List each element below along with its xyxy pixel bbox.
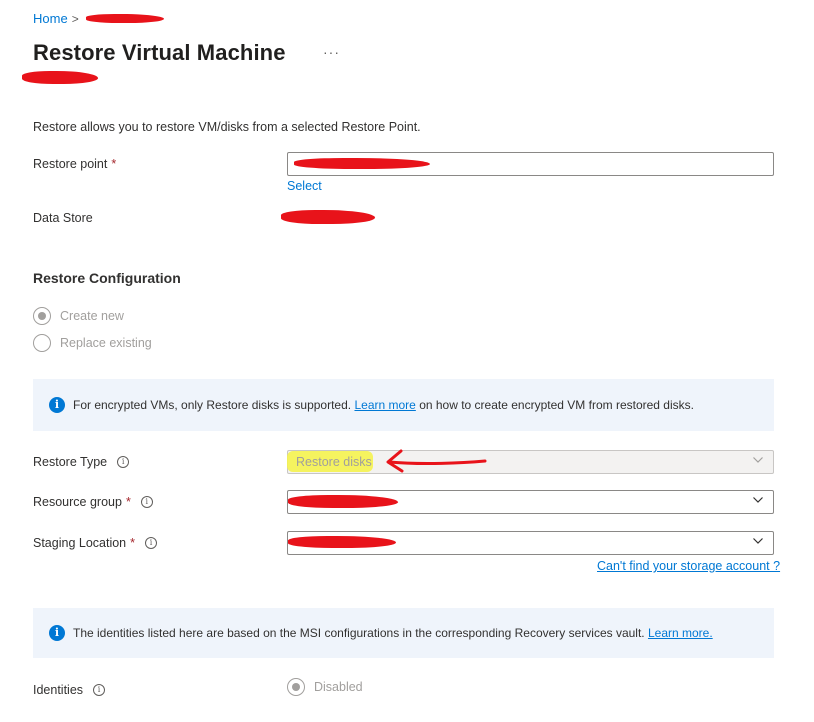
identities-label: Identities i bbox=[33, 683, 106, 697]
cant-find-storage-account-link[interactable]: Can't find your storage account ? bbox=[597, 559, 780, 573]
required-marker: * bbox=[130, 536, 136, 550]
info-icon[interactable]: i bbox=[93, 684, 106, 696]
radio-identities-disabled[interactable]: Disabled bbox=[287, 678, 363, 696]
resource-group-label-text: Resource group bbox=[33, 495, 122, 509]
redaction-staging-location bbox=[288, 536, 396, 548]
breadcrumb-separator: > bbox=[71, 11, 79, 26]
radio-replace-existing-circle[interactable] bbox=[33, 334, 51, 352]
restore-type-value: Restore disks bbox=[296, 455, 372, 469]
info-filled-icon: i bbox=[49, 397, 65, 413]
staging-location-label-text: Staging Location bbox=[33, 536, 127, 550]
chevron-down-icon bbox=[753, 497, 763, 503]
learn-more-link[interactable]: Learn more. bbox=[648, 626, 713, 640]
restore-point-label: Restore point * bbox=[33, 157, 116, 171]
identities-value: Disabled bbox=[314, 680, 363, 694]
restore-configuration-heading: Restore Configuration bbox=[33, 270, 181, 286]
info-icon[interactable]: i bbox=[140, 496, 153, 508]
identities-info-banner: i The identities listed here are based o… bbox=[33, 608, 774, 658]
staging-location-label: Staging Location * i bbox=[33, 536, 158, 550]
radio-identities-disabled-circle[interactable] bbox=[287, 678, 305, 696]
radio-create-new-circle[interactable] bbox=[33, 307, 51, 325]
learn-more-link[interactable]: Learn more bbox=[354, 398, 415, 412]
redaction-restore-point bbox=[294, 158, 430, 169]
chevron-down-icon bbox=[753, 457, 763, 463]
redaction-data-store bbox=[281, 210, 375, 224]
redaction-breadcrumb bbox=[86, 14, 164, 23]
restore-type-label-text: Restore Type bbox=[33, 455, 108, 469]
banner-text-after: on how to create encrypted VM from resto… bbox=[419, 398, 694, 412]
redaction-subtitle bbox=[22, 71, 98, 84]
radio-replace-existing-label: Replace existing bbox=[60, 336, 152, 350]
radio-replace-existing[interactable]: Replace existing bbox=[33, 334, 152, 352]
restore-point-label-text: Restore point bbox=[33, 157, 108, 171]
restore-type-label: Restore Type i bbox=[33, 455, 130, 469]
encrypted-vm-info-banner: i For encrypted VMs, only Restore disks … bbox=[33, 379, 774, 431]
data-store-label-text: Data Store bbox=[33, 211, 93, 225]
chevron-down-icon bbox=[753, 538, 763, 544]
banner-text-before: For encrypted VMs, only Restore disks is… bbox=[73, 398, 352, 412]
more-options-button[interactable]: ··· bbox=[323, 44, 340, 60]
radio-create-new-label: Create new bbox=[60, 309, 124, 323]
identities-label-text: Identities bbox=[33, 683, 84, 697]
info-icon[interactable]: i bbox=[145, 537, 158, 549]
arrow-annotation-icon bbox=[386, 449, 487, 473]
info-icon[interactable]: i bbox=[117, 456, 130, 468]
select-restore-point-link[interactable]: Select bbox=[287, 179, 322, 193]
required-marker: * bbox=[111, 157, 117, 171]
redaction-resource-group bbox=[288, 495, 398, 508]
description-text: Restore allows you to restore VM/disks f… bbox=[33, 120, 421, 134]
breadcrumb-home-link[interactable]: Home bbox=[33, 11, 68, 26]
required-marker: * bbox=[125, 495, 131, 509]
page-title: Restore Virtual Machine bbox=[33, 40, 286, 65]
info-filled-icon: i bbox=[49, 625, 65, 641]
breadcrumb: Home > bbox=[33, 11, 83, 26]
radio-create-new[interactable]: Create new bbox=[33, 307, 124, 325]
identities-banner-text: The identities listed here are based on … bbox=[73, 626, 645, 640]
data-store-label: Data Store bbox=[33, 211, 93, 225]
resource-group-label: Resource group * i bbox=[33, 495, 153, 509]
